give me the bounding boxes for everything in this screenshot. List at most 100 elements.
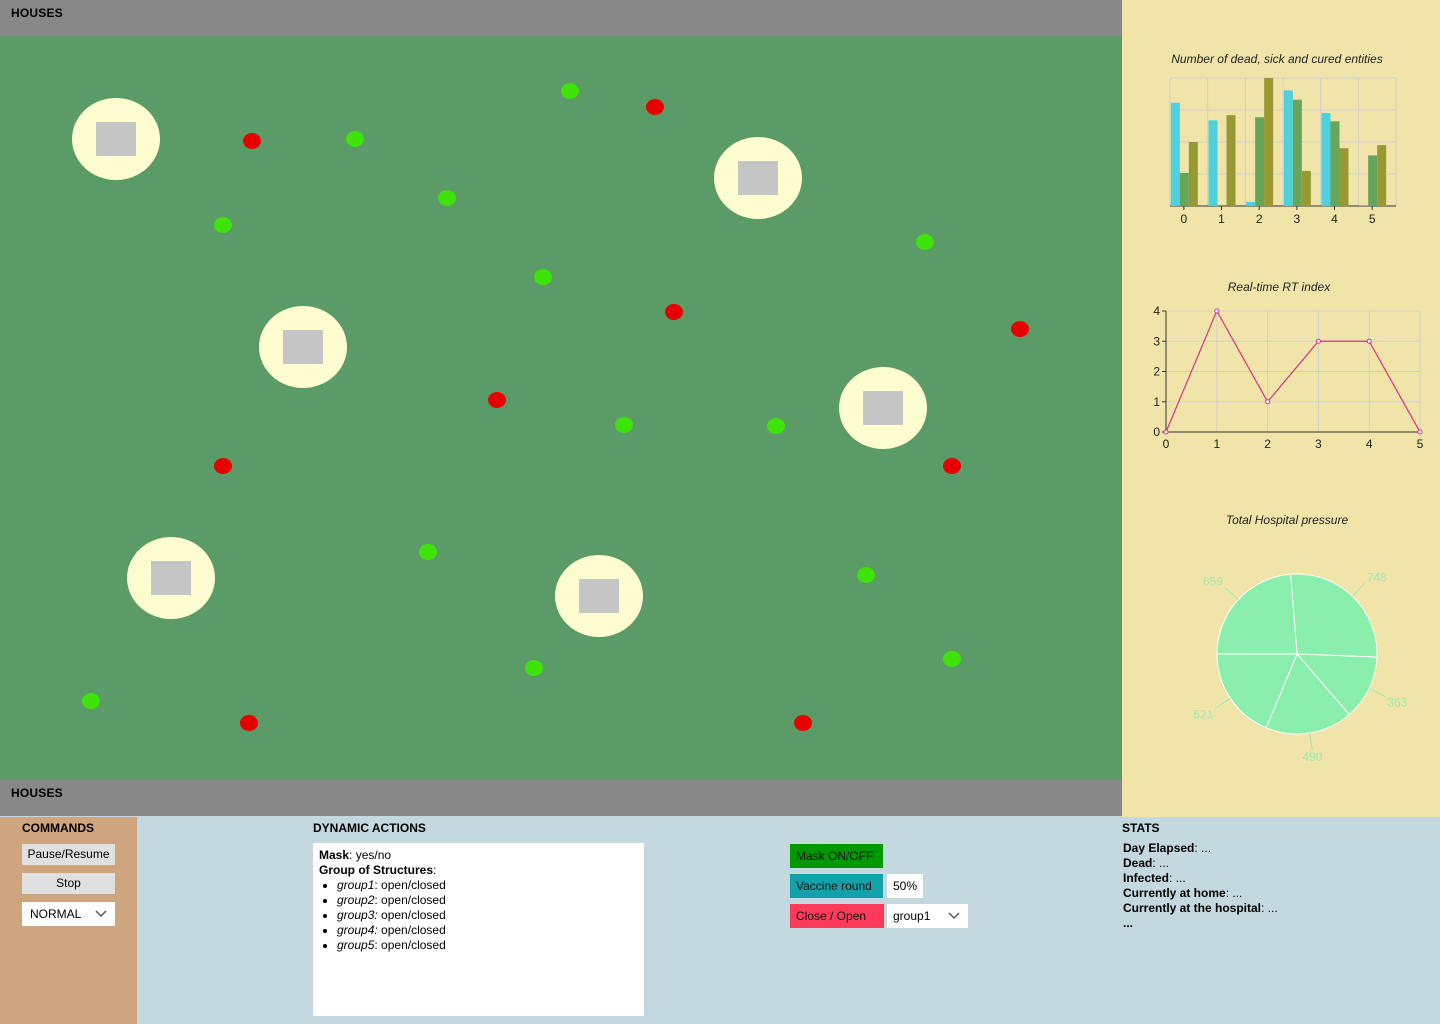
- structure-building: [738, 161, 778, 195]
- line-chart-title: Real-time RT index: [1228, 280, 1331, 294]
- sick-entity: [488, 392, 506, 408]
- close-open-button[interactable]: Close / Open: [790, 904, 884, 928]
- stat-row: ...: [1123, 916, 1278, 931]
- structure-building: [579, 579, 619, 613]
- group-name: group1: [337, 878, 375, 892]
- stat-row: Dead: ...: [1123, 856, 1278, 871]
- structure[interactable]: [259, 306, 347, 388]
- groups-colon: :: [433, 863, 437, 877]
- x-tick-label: 5: [1417, 437, 1424, 451]
- stat-label: Currently at the hospital: [1123, 901, 1262, 915]
- bar: [1292, 99, 1302, 206]
- stat-label: Infected: [1123, 871, 1170, 885]
- houses-bottom-label: HOUSES: [11, 786, 63, 800]
- mask-value: : yes/no: [349, 848, 392, 862]
- y-tick-label: 4: [1153, 304, 1160, 318]
- structure[interactable]: [839, 367, 927, 449]
- pie-leader-line: [1309, 732, 1313, 751]
- y-tick-label: 2: [1153, 365, 1160, 379]
- x-tick-label: 2: [1264, 437, 1271, 451]
- group-select[interactable]: group1: [887, 904, 968, 928]
- list-item: group3: open/closed: [337, 908, 638, 923]
- stat-row: Day Elapsed: ...: [1123, 841, 1278, 856]
- bar: [1359, 204, 1369, 206]
- stat-value: : ...: [1169, 871, 1186, 885]
- bar: [1246, 201, 1256, 206]
- commands-title: COMMANDS: [22, 821, 94, 835]
- bar: [1321, 113, 1331, 206]
- structure-building: [96, 122, 136, 156]
- bar: [1226, 115, 1236, 206]
- structure[interactable]: [72, 98, 160, 180]
- stat-value: : ...: [1225, 886, 1243, 900]
- x-tick-label: 1: [1218, 212, 1225, 226]
- line-chart: 0 1 2 3 4 0 1 2 3 4 5: [1153, 304, 1423, 451]
- data-point: [1163, 429, 1169, 435]
- structure[interactable]: [127, 537, 215, 619]
- vaccine-percent-input[interactable]: 50%: [887, 874, 923, 898]
- healthy-entity: [419, 544, 437, 560]
- healthy-entity: [438, 190, 456, 206]
- healthy-entity: [916, 234, 934, 250]
- chevron-down-icon: [948, 912, 960, 920]
- pie-label: 490: [1302, 750, 1322, 764]
- healthy-entity: [615, 417, 633, 433]
- structure-building: [151, 561, 191, 595]
- data-point: [1417, 429, 1423, 435]
- data-point: [1214, 308, 1220, 314]
- bar: [1368, 155, 1378, 206]
- stat-value: : ...: [1152, 856, 1170, 870]
- speed-select[interactable]: NORMAL: [22, 902, 115, 926]
- y-tick-label: 3: [1153, 334, 1160, 348]
- structure-building: [863, 391, 903, 425]
- bar-chart: 0 1 2 3 4 5: [1169, 77, 1397, 226]
- pie-chart: 748 363 490 521 659: [1193, 570, 1407, 763]
- data-point: [1315, 338, 1321, 344]
- simulation-area[interactable]: [0, 36, 1122, 780]
- charts-canvas: Number of dead, sick and cured entities …: [1153, 52, 1423, 764]
- structure-building: [283, 330, 323, 364]
- sick-entity: [1011, 321, 1029, 337]
- stat-row: Currently at the hospital: ...: [1123, 901, 1278, 916]
- mask-toggle-button[interactable]: Mask ON/OFF: [790, 844, 883, 868]
- vaccine-round-button[interactable]: Vaccine round: [790, 874, 883, 898]
- pie-label: 363: [1387, 696, 1407, 710]
- bar: [1255, 117, 1265, 206]
- group-name: group5: [337, 938, 375, 952]
- bar: [1264, 78, 1274, 206]
- sick-entity: [943, 458, 961, 474]
- group-status: : open/closed: [374, 893, 446, 907]
- x-tick-label: 2: [1256, 212, 1263, 226]
- group-name: group4:: [337, 923, 378, 937]
- y-tick-label: 0: [1153, 425, 1160, 439]
- data-point: [1265, 399, 1271, 405]
- group-name: group2: [337, 893, 375, 907]
- pie-leader-line: [1368, 688, 1386, 698]
- bar: [1283, 90, 1293, 206]
- structure[interactable]: [714, 137, 802, 219]
- structure[interactable]: [555, 555, 643, 637]
- bar: [1339, 148, 1349, 206]
- bar: [1301, 170, 1311, 206]
- x-tick-label: 5: [1369, 212, 1376, 226]
- x-tick-label: 3: [1293, 212, 1300, 226]
- stop-button[interactable]: Stop: [22, 873, 115, 894]
- list-item: group1: open/closed: [337, 878, 638, 893]
- chevron-down-icon: [95, 910, 107, 918]
- group-status: : open/closed: [374, 938, 446, 952]
- pause-resume-button[interactable]: Pause/Resume: [22, 844, 115, 865]
- stat-row: Currently at home: ...: [1123, 886, 1278, 901]
- healthy-entity: [943, 651, 961, 667]
- x-tick-label: 3: [1315, 437, 1322, 451]
- stat-label: Currently at home: [1123, 886, 1226, 900]
- pie-chart-title: Total Hospital pressure: [1226, 513, 1349, 527]
- pie-leader-line: [1352, 582, 1366, 597]
- mask-key: Mask: [319, 848, 350, 862]
- sick-entity: [646, 99, 664, 115]
- groups-line: Group of Structures:: [319, 863, 638, 878]
- stat-label: ...: [1123, 916, 1134, 930]
- groups-key: Group of Structures: [319, 863, 434, 877]
- group-status: open/closed: [377, 908, 446, 922]
- stats-title: STATS: [1122, 821, 1160, 835]
- sick-entity: [214, 458, 232, 474]
